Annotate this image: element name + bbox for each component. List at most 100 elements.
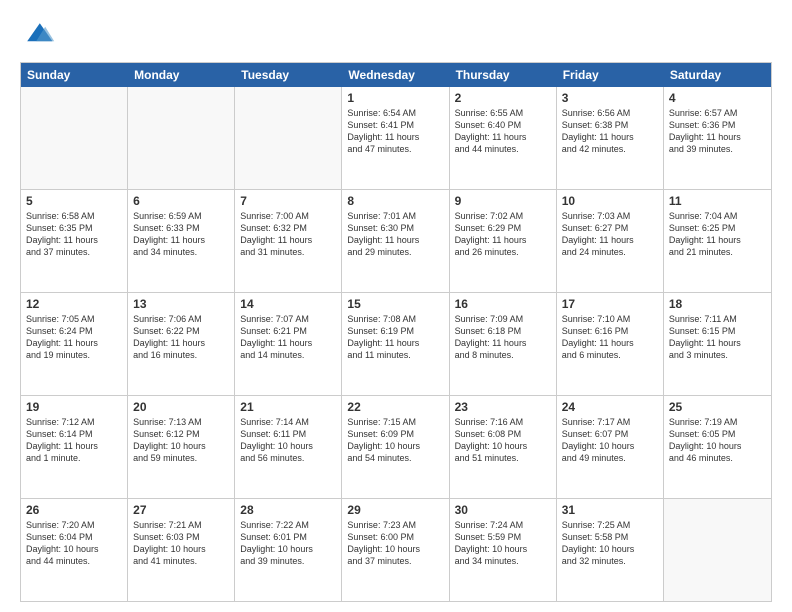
empty-cell	[664, 499, 771, 601]
day-number: 17	[562, 297, 658, 311]
day-content: Sunrise: 6:58 AM Sunset: 6:35 PM Dayligh…	[26, 210, 122, 259]
day-number: 26	[26, 503, 122, 517]
day-content: Sunrise: 7:19 AM Sunset: 6:05 PM Dayligh…	[669, 416, 766, 465]
empty-cell	[21, 87, 128, 189]
day-content: Sunrise: 7:01 AM Sunset: 6:30 PM Dayligh…	[347, 210, 443, 259]
day-cell-22: 22 Sunrise: 7:15 AM Sunset: 6:09 PM Dayli…	[342, 396, 449, 498]
day-number: 23	[455, 400, 551, 414]
day-cell-23: 23 Sunrise: 7:16 AM Sunset: 6:08 PM Dayli…	[450, 396, 557, 498]
day-cell-15: 15Sunrise: 7:08 AM Sunset: 6:19 PM Dayli…	[342, 293, 449, 395]
day-number: 29	[347, 503, 443, 517]
day-content: Sunrise: 7:14 AM Sunset: 6:11 PM Dayligh…	[240, 416, 336, 465]
day-cell-9: 9 Sunrise: 7:02 AM Sunset: 6:29 PM Daylig…	[450, 190, 557, 292]
day-content: Sunrise: 6:57 AM Sunset: 6:36 PM Dayligh…	[669, 107, 766, 156]
day-cell-13: 13 Sunrise: 7:06 AM Sunset: 6:22 PM Dayli…	[128, 293, 235, 395]
day-cell-19: 19 Sunrise: 7:12 AM Sunset: 6:14 PM Dayli…	[21, 396, 128, 498]
day-content: Sunrise: 7:21 AM Sunset: 6:03 PM Dayligh…	[133, 519, 229, 568]
day-cell-20: 20 Sunrise: 7:13 AM Sunset: 6:12 PM Dayli…	[128, 396, 235, 498]
day-content: Sunrise: 7:04 AM Sunset: 6:25 PM Dayligh…	[669, 210, 766, 259]
day-content: Sunrise: 7:15 AM Sunset: 6:09 PM Dayligh…	[347, 416, 443, 465]
day-content: Sunrise: 6:59 AM Sunset: 6:33 PM Dayligh…	[133, 210, 229, 259]
day-number: 19	[26, 400, 122, 414]
day-number: 30	[455, 503, 551, 517]
day-cell-5: 5Sunrise: 6:58 AM Sunset: 6:35 PM Daylig…	[21, 190, 128, 292]
logo	[20, 16, 60, 52]
day-content: Sunrise: 7:20 AM Sunset: 6:04 PM Dayligh…	[26, 519, 122, 568]
day-number: 3	[562, 91, 658, 105]
day-cell-1: 1 Sunrise: 6:54 AM Sunset: 6:41 PM Daylig…	[342, 87, 449, 189]
day-content: Sunrise: 7:00 AM Sunset: 6:32 PM Dayligh…	[240, 210, 336, 259]
logo-icon	[20, 16, 56, 52]
day-content: Sunrise: 7:02 AM Sunset: 6:29 PM Dayligh…	[455, 210, 551, 259]
header-day-wednesday: Wednesday	[342, 63, 449, 87]
day-content: Sunrise: 7:13 AM Sunset: 6:12 PM Dayligh…	[133, 416, 229, 465]
day-number: 22	[347, 400, 443, 414]
header-day-monday: Monday	[128, 63, 235, 87]
calendar-week-3: 12Sunrise: 7:05 AM Sunset: 6:24 PM Dayli…	[21, 293, 771, 396]
day-content: Sunrise: 7:03 AM Sunset: 6:27 PM Dayligh…	[562, 210, 658, 259]
day-cell-24: 24 Sunrise: 7:17 AM Sunset: 6:07 PM Dayli…	[557, 396, 664, 498]
day-content: Sunrise: 7:23 AM Sunset: 6:00 PM Dayligh…	[347, 519, 443, 568]
day-number: 18	[669, 297, 766, 311]
day-content: Sunrise: 7:10 AM Sunset: 6:16 PM Dayligh…	[562, 313, 658, 362]
day-cell-8: 8 Sunrise: 7:01 AM Sunset: 6:30 PM Daylig…	[342, 190, 449, 292]
day-content: Sunrise: 6:55 AM Sunset: 6:40 PM Dayligh…	[455, 107, 551, 156]
day-content: Sunrise: 7:24 AM Sunset: 5:59 PM Dayligh…	[455, 519, 551, 568]
day-number: 14	[240, 297, 336, 311]
day-content: Sunrise: 7:25 AM Sunset: 5:58 PM Dayligh…	[562, 519, 658, 568]
header-day-sunday: Sunday	[21, 63, 128, 87]
calendar-week-4: 19 Sunrise: 7:12 AM Sunset: 6:14 PM Dayli…	[21, 396, 771, 499]
day-cell-3: 3Sunrise: 6:56 AM Sunset: 6:38 PM Daylig…	[557, 87, 664, 189]
calendar-body: 1 Sunrise: 6:54 AM Sunset: 6:41 PM Daylig…	[21, 87, 771, 601]
day-cell-21: 21 Sunrise: 7:14 AM Sunset: 6:11 PM Dayli…	[235, 396, 342, 498]
day-content: Sunrise: 7:07 AM Sunset: 6:21 PM Dayligh…	[240, 313, 336, 362]
day-number: 12	[26, 297, 122, 311]
day-cell-6: 6Sunrise: 6:59 AM Sunset: 6:33 PM Daylig…	[128, 190, 235, 292]
day-content: Sunrise: 7:06 AM Sunset: 6:22 PM Dayligh…	[133, 313, 229, 362]
day-cell-2: 2Sunrise: 6:55 AM Sunset: 6:40 PM Daylig…	[450, 87, 557, 189]
day-number: 1	[347, 91, 443, 105]
day-cell-29: 29 Sunrise: 7:23 AM Sunset: 6:00 PM Dayli…	[342, 499, 449, 601]
calendar: SundayMondayTuesdayWednesdayThursdayFrid…	[20, 62, 772, 602]
header-day-thursday: Thursday	[450, 63, 557, 87]
day-content: Sunrise: 7:12 AM Sunset: 6:14 PM Dayligh…	[26, 416, 122, 465]
day-number: 25	[669, 400, 766, 414]
day-number: 20	[133, 400, 229, 414]
day-number: 28	[240, 503, 336, 517]
day-number: 10	[562, 194, 658, 208]
day-cell-7: 7 Sunrise: 7:00 AM Sunset: 6:32 PM Daylig…	[235, 190, 342, 292]
day-cell-17: 17 Sunrise: 7:10 AM Sunset: 6:16 PM Dayli…	[557, 293, 664, 395]
day-cell-11: 11 Sunrise: 7:04 AM Sunset: 6:25 PM Dayli…	[664, 190, 771, 292]
day-number: 15	[347, 297, 443, 311]
day-number: 11	[669, 194, 766, 208]
day-content: Sunrise: 6:54 AM Sunset: 6:41 PM Dayligh…	[347, 107, 443, 156]
day-cell-26: 26 Sunrise: 7:20 AM Sunset: 6:04 PM Dayli…	[21, 499, 128, 601]
day-number: 9	[455, 194, 551, 208]
day-number: 13	[133, 297, 229, 311]
day-content: Sunrise: 7:16 AM Sunset: 6:08 PM Dayligh…	[455, 416, 551, 465]
empty-cell	[235, 87, 342, 189]
day-number: 16	[455, 297, 551, 311]
calendar-week-1: 1 Sunrise: 6:54 AM Sunset: 6:41 PM Daylig…	[21, 87, 771, 190]
day-number: 24	[562, 400, 658, 414]
day-number: 31	[562, 503, 658, 517]
day-content: Sunrise: 7:17 AM Sunset: 6:07 PM Dayligh…	[562, 416, 658, 465]
day-number: 7	[240, 194, 336, 208]
day-number: 4	[669, 91, 766, 105]
header-day-saturday: Saturday	[664, 63, 771, 87]
day-cell-31: 31 Sunrise: 7:25 AM Sunset: 5:58 PM Dayli…	[557, 499, 664, 601]
header-day-tuesday: Tuesday	[235, 63, 342, 87]
day-cell-27: 27 Sunrise: 7:21 AM Sunset: 6:03 PM Dayli…	[128, 499, 235, 601]
day-cell-18: 18Sunrise: 7:11 AM Sunset: 6:15 PM Dayli…	[664, 293, 771, 395]
empty-cell	[128, 87, 235, 189]
day-cell-14: 14 Sunrise: 7:07 AM Sunset: 6:21 PM Dayli…	[235, 293, 342, 395]
day-content: Sunrise: 7:22 AM Sunset: 6:01 PM Dayligh…	[240, 519, 336, 568]
day-cell-12: 12Sunrise: 7:05 AM Sunset: 6:24 PM Dayli…	[21, 293, 128, 395]
day-number: 8	[347, 194, 443, 208]
calendar-week-2: 5Sunrise: 6:58 AM Sunset: 6:35 PM Daylig…	[21, 190, 771, 293]
calendar-header-row: SundayMondayTuesdayWednesdayThursdayFrid…	[21, 63, 771, 87]
day-cell-25: 25 Sunrise: 7:19 AM Sunset: 6:05 PM Dayli…	[664, 396, 771, 498]
day-number: 21	[240, 400, 336, 414]
day-number: 27	[133, 503, 229, 517]
calendar-week-5: 26 Sunrise: 7:20 AM Sunset: 6:04 PM Dayli…	[21, 499, 771, 601]
